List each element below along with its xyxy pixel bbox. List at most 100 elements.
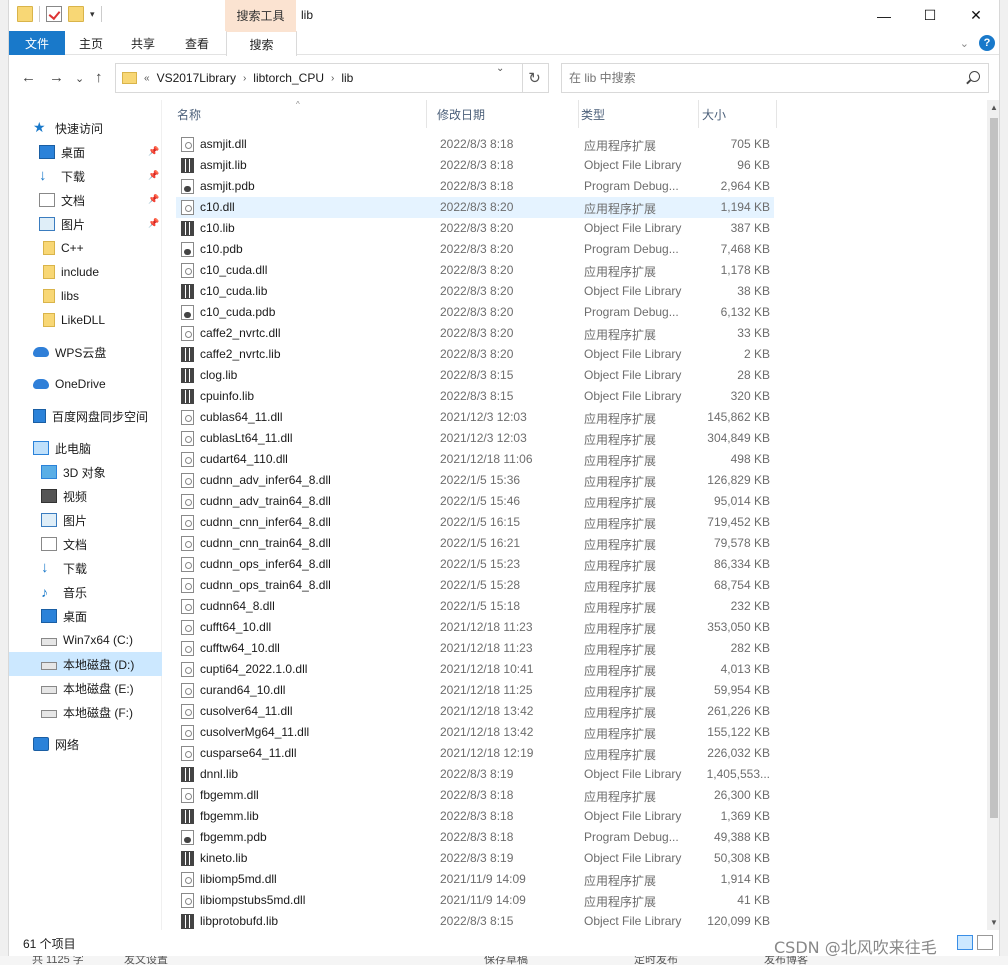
scroll-up-icon[interactable]: ▲ <box>990 103 998 112</box>
tab-view[interactable]: 查看 <box>169 31 225 55</box>
table-row[interactable]: c10_cuda.pdb 2022/8/3 8:20 Program Debug..… <box>176 302 774 323</box>
publish-button[interactable]: 发布博客 <box>764 956 808 965</box>
sidebar-item-downloads[interactable]: ↓ 下载 📌 <box>9 164 162 188</box>
sidebar-item-drive-d[interactable]: 本地磁盘 (D:) <box>9 652 162 676</box>
tab-share[interactable]: 共享 <box>117 31 169 55</box>
forward-button[interactable]: → <box>49 69 64 86</box>
sidebar-item-documents[interactable]: 文档 📌 <box>9 188 162 212</box>
pin-icon[interactable]: 📌 <box>148 194 159 204</box>
sidebar-item-desktop-pc[interactable]: 桌面 <box>9 604 162 628</box>
sidebar-item-music[interactable]: ♪ 音乐 <box>9 580 162 604</box>
save-draft-button[interactable]: 保存草稿 <box>484 956 528 965</box>
breadcrumb-overflow[interactable]: « <box>144 73 150 84</box>
table-row[interactable]: c10.pdb 2022/8/3 8:20 Program Debug... 7,46… <box>176 239 774 260</box>
table-row[interactable]: caffe2_nvrtc.dll 2022/8/3 8:20 应用程序扩展 33 KB <box>176 323 774 344</box>
table-row[interactable]: libiomp5md.dll 2021/11/9 14:09 应用程序扩展 1,914… <box>176 869 774 890</box>
sidebar-item-drive-f[interactable]: 本地磁盘 (F:) <box>9 700 162 724</box>
tab-file[interactable]: 文件 <box>9 31 65 55</box>
table-row[interactable]: asmjit.dll 2022/8/3 8:18 应用程序扩展 705 KB <box>176 134 774 155</box>
breadcrumb-lib[interactable]: lib <box>341 71 353 85</box>
table-row[interactable]: curand64_10.dll 2021/12/18 11:25 应用程序扩展 59,… <box>176 680 774 701</box>
table-row[interactable]: cudnn64_8.dll 2022/1/5 15:18 应用程序扩展 232 KB <box>176 596 774 617</box>
table-row[interactable]: libiompstubs5md.dll 2021/11/9 14:09 应用程序扩展… <box>176 890 774 911</box>
column-header-type[interactable]: 类型 <box>578 100 699 128</box>
recent-locations-button[interactable]: ⌄ <box>75 72 84 85</box>
address-bar[interactable]: « VS2017Library › libtorch_CPU › lib <box>115 63 523 93</box>
breadcrumb-libtorch-cpu[interactable]: libtorch_CPU <box>253 71 324 85</box>
sidebar-item-cpp[interactable]: C++ <box>9 236 162 260</box>
column-header-name[interactable]: 名称 <box>174 100 427 128</box>
table-row[interactable]: c10_cuda.dll 2022/8/3 8:20 应用程序扩展 1,178 KB <box>176 260 774 281</box>
sidebar-item-videos[interactable]: 视频 <box>9 484 162 508</box>
pin-icon[interactable]: 📌 <box>148 218 159 228</box>
table-row[interactable]: cufft64_10.dll 2021/12/18 11:23 应用程序扩展 353,… <box>176 617 774 638</box>
sidebar-item-quick-access[interactable]: ★ 快速访问 <box>9 116 162 140</box>
close-button[interactable]: ✕ <box>953 0 999 31</box>
table-row[interactable]: cupti64_2022.1.0.dll 2021/12/18 10:41 应用程序… <box>176 659 774 680</box>
search-box[interactable] <box>561 63 989 93</box>
table-row[interactable]: cudnn_cnn_infer64_8.dll 2022/1/5 16:15 应用程… <box>176 512 774 533</box>
search-input[interactable] <box>569 71 949 85</box>
table-row[interactable]: kineto.lib 2022/8/3 8:19 Object File Libra… <box>176 848 774 869</box>
help-icon[interactable]: ? <box>979 35 995 51</box>
table-row[interactable]: asmjit.lib 2022/8/3 8:18 Object File Libra… <box>176 155 774 176</box>
maximize-button[interactable]: ☐ <box>907 0 953 31</box>
sidebar-item-onedrive[interactable]: OneDrive <box>9 372 162 396</box>
sidebar-item-wps-cloud[interactable]: WPS云盘 <box>9 340 162 364</box>
chevron-right-icon[interactable]: › <box>331 73 334 84</box>
table-row[interactable]: cudnn_ops_infer64_8.dll 2022/1/5 15:23 应用程… <box>176 554 774 575</box>
table-row[interactable]: cusolver64_11.dll 2021/12/18 13:42 应用程序扩展 2… <box>176 701 774 722</box>
minimize-button[interactable]: — <box>861 0 907 31</box>
sidebar-item-pictures[interactable]: 图片 📌 <box>9 212 162 236</box>
table-row[interactable]: cudnn_ops_train64_8.dll 2022/1/5 15:28 应用程… <box>176 575 774 596</box>
sidebar-item-network[interactable]: 网络 <box>9 732 162 756</box>
back-button[interactable]: ← <box>21 69 36 86</box>
table-row[interactable]: cufftw64_10.dll 2021/12/18 11:23 应用程序扩展 282… <box>176 638 774 659</box>
table-row[interactable]: asmjit.pdb 2022/8/3 8:18 Program Debug... 2… <box>176 176 774 197</box>
vertical-scrollbar[interactable]: ▲ ▼ <box>987 100 999 930</box>
sidebar-item-pictures-pc[interactable]: 图片 <box>9 508 162 532</box>
column-header-size[interactable]: 大小 <box>699 100 777 128</box>
table-row[interactable]: cudnn_cnn_train64_8.dll 2022/1/5 16:21 应用程… <box>176 533 774 554</box>
chevron-right-icon[interactable]: › <box>243 73 246 84</box>
table-row[interactable]: c10.dll 2022/8/3 8:20 应用程序扩展 1,194 KB <box>176 197 774 218</box>
sidebar-item-baidu-sync[interactable]: 百度网盘同步空间 <box>9 404 162 428</box>
table-row[interactable]: clog.lib 2022/8/3 8:15 Object File Library… <box>176 365 774 386</box>
sidebar-item-drive-c[interactable]: Win7x64 (C:) <box>9 628 162 652</box>
sidebar-item-drive-e[interactable]: 本地磁盘 (E:) <box>9 676 162 700</box>
scroll-down-icon[interactable]: ▼ <box>990 918 998 927</box>
pin-icon[interactable]: 📌 <box>148 146 159 156</box>
post-settings-link[interactable]: 发文设置 <box>124 956 168 965</box>
qat-dropdown-icon[interactable]: ▾ <box>90 9 95 20</box>
table-row[interactable]: libprotobufd.lib 2022/8/3 8:15 Object File… <box>176 911 774 932</box>
table-row[interactable]: fbgemm.lib 2022/8/3 8:18 Object File Libra… <box>176 806 774 827</box>
table-row[interactable]: c10_cuda.lib 2022/8/3 8:20 Object File Lib… <box>176 281 774 302</box>
details-view-icon[interactable] <box>957 935 973 950</box>
table-row[interactable]: cublas64_11.dll 2021/12/3 12:03 应用程序扩展 145,… <box>176 407 774 428</box>
table-row[interactable]: cusolverMg64_11.dll 2021/12/18 13:42 应用程序扩… <box>176 722 774 743</box>
sidebar-item-documents-pc[interactable]: 文档 <box>9 532 162 556</box>
sidebar-item-this-pc[interactable]: 此电脑 <box>9 436 162 460</box>
large-icons-view-icon[interactable] <box>977 935 993 950</box>
table-row[interactable]: cudnn_adv_train64_8.dll 2022/1/5 15:46 应用程… <box>176 491 774 512</box>
scroll-thumb[interactable] <box>990 118 998 818</box>
table-row[interactable]: c10.lib 2022/8/3 8:20 Object File Library 3… <box>176 218 774 239</box>
table-row[interactable]: fbgemm.pdb 2022/8/3 8:18 Program Debug... 4… <box>176 827 774 848</box>
sidebar-item-desktop[interactable]: 桌面 📌 <box>9 140 162 164</box>
pin-icon[interactable]: 📌 <box>148 170 159 180</box>
table-row[interactable]: cpuinfo.lib 2022/8/3 8:15 Object File Libr… <box>176 386 774 407</box>
new-folder-icon[interactable] <box>68 6 84 22</box>
table-row[interactable]: fbgemm.dll 2022/8/3 8:18 应用程序扩展 26,300 KB <box>176 785 774 806</box>
address-dropdown-icon[interactable]: ⌄ <box>496 63 504 74</box>
table-row[interactable]: cudnn_adv_infer64_8.dll 2022/1/5 15:36 应用程… <box>176 470 774 491</box>
refresh-button[interactable]: ↻ <box>521 63 549 93</box>
sidebar-item-include[interactable]: include <box>9 260 162 284</box>
properties-icon[interactable] <box>46 6 62 22</box>
schedule-publish-button[interactable]: 定时发布 <box>634 956 678 965</box>
expand-ribbon-icon[interactable]: ⌄ <box>960 37 969 50</box>
sidebar-item-3d-objects[interactable]: 3D 对象 <box>9 460 162 484</box>
table-row[interactable]: dnnl.lib 2022/8/3 8:19 Object File Library… <box>176 764 774 785</box>
up-button[interactable]: ↑ <box>95 69 103 86</box>
sidebar-item-downloads-pc[interactable]: ↓ 下载 <box>9 556 162 580</box>
table-row[interactable]: caffe2_nvrtc.lib 2022/8/3 8:20 Object File… <box>176 344 774 365</box>
